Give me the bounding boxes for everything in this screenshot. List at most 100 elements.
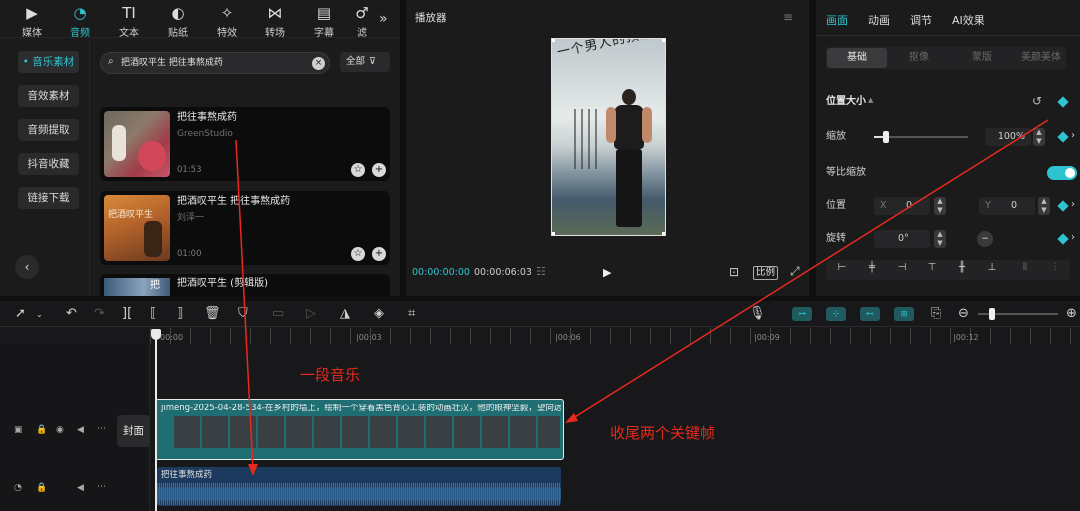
chevron-down-icon[interactable]: ⌄ bbox=[36, 310, 43, 319]
mirror-icon[interactable]: ◮ bbox=[340, 306, 350, 321]
timeline-grid-icon[interactable]: ☷ bbox=[536, 266, 546, 277]
more-tabs-icon[interactable]: » bbox=[379, 12, 388, 26]
linkage-icon[interactable]: ⊷ bbox=[860, 307, 880, 321]
chevron-right-icon[interactable]: › bbox=[1071, 199, 1075, 210]
ratio-button[interactable]: 比例 bbox=[753, 266, 779, 280]
position-y-field[interactable]: Y 0 bbox=[979, 197, 1035, 215]
rotate-field[interactable]: 0° bbox=[874, 230, 930, 248]
position-x-field[interactable]: X 0 bbox=[874, 197, 930, 215]
freeze-icon[interactable]: ▭ bbox=[272, 306, 284, 321]
scale-value-field[interactable]: 100% bbox=[985, 128, 1031, 146]
align-top-icon[interactable]: ⊤ bbox=[922, 262, 942, 278]
preview-axis-icon[interactable]: ⊞ bbox=[894, 307, 914, 321]
fullscreen-icon[interactable]: ⤢ bbox=[790, 265, 800, 277]
tab-media[interactable]: ▶ 媒体 bbox=[10, 4, 54, 39]
tab-adjust[interactable]: 调节 bbox=[910, 12, 932, 28]
marker-icon[interactable]: ⛉ bbox=[238, 306, 248, 321]
add-music-button[interactable]: + bbox=[372, 247, 386, 261]
distribute-h-icon[interactable]: ⫴ bbox=[1015, 262, 1035, 278]
side-item-music[interactable]: • 音乐素材 bbox=[18, 51, 79, 73]
filter-button[interactable]: 全部 ⊽ bbox=[340, 52, 390, 72]
redo-icon[interactable]: ↷ bbox=[94, 306, 105, 321]
side-item-sfx[interactable]: 音效素材 bbox=[18, 85, 79, 107]
zoom-in-icon[interactable]: ⊕ bbox=[1066, 306, 1077, 321]
corner-handle[interactable] bbox=[662, 232, 665, 235]
tab-filter[interactable]: ♂ 滤 bbox=[350, 4, 374, 39]
clear-search-icon[interactable]: × bbox=[312, 57, 325, 70]
align-hcenter-icon[interactable]: ╪ bbox=[862, 262, 882, 278]
favorite-star-icon[interactable]: ☆ bbox=[351, 163, 365, 177]
scale-slider-thumb[interactable] bbox=[883, 131, 890, 143]
snap-icon[interactable]: ⊹ bbox=[826, 307, 846, 321]
corner-handle[interactable] bbox=[662, 39, 665, 42]
section-expand-icon[interactable]: ▲ bbox=[868, 97, 873, 104]
collapse-panel-button[interactable]: ‹ bbox=[15, 255, 39, 279]
reverse-icon[interactable]: ▷ bbox=[306, 306, 316, 321]
fit-timeline-icon[interactable]: ⎘ bbox=[931, 306, 941, 321]
tab-transition[interactable]: ⋈ 转场 bbox=[253, 4, 297, 39]
tab-ai-effects[interactable]: AI效果 bbox=[952, 12, 985, 28]
position-x-stepper[interactable]: ▲ ▼ bbox=[934, 197, 946, 215]
split-icon[interactable]: ][ bbox=[122, 306, 132, 321]
more-icon[interactable]: ⋯ bbox=[97, 424, 106, 434]
zoom-slider-thumb[interactable] bbox=[989, 308, 995, 320]
zoom-out-icon[interactable]: ⊖ bbox=[958, 306, 969, 321]
volume-icon[interactable]: ◀ bbox=[77, 425, 84, 435]
music-card[interactable]: 把 把酒叹平生 (剪辑版) bbox=[100, 274, 390, 296]
align-left-icon[interactable]: ⊢ bbox=[832, 262, 852, 278]
tab-text[interactable]: TI 文本 bbox=[107, 4, 151, 39]
align-right-icon[interactable]: ⊣ bbox=[892, 262, 912, 278]
audio-clip[interactable]: 把往事熬成药 bbox=[157, 467, 561, 506]
uniform-scale-toggle[interactable] bbox=[1047, 166, 1077, 180]
volume-icon[interactable]: ◀ bbox=[77, 483, 84, 493]
eye-icon[interactable]: ◉ bbox=[56, 425, 64, 435]
lock-icon[interactable]: 🔒 bbox=[36, 483, 47, 493]
align-bottom-icon[interactable]: ⊥ bbox=[982, 262, 1002, 278]
side-item-douyin-favorites[interactable]: 抖音收藏 bbox=[18, 153, 79, 175]
scale-stepper[interactable]: ▲ ▼ bbox=[1033, 128, 1045, 146]
side-item-link-download[interactable]: 链接下载 bbox=[18, 187, 79, 209]
align-vcenter-icon[interactable]: ╫ bbox=[952, 262, 972, 278]
chevron-right-icon[interactable]: › bbox=[1071, 130, 1075, 141]
screenshot-icon[interactable]: ⊡ bbox=[729, 266, 739, 278]
subtab-mask[interactable]: 蒙版 bbox=[952, 48, 1012, 68]
subtab-basic[interactable]: 基础 bbox=[827, 48, 887, 68]
link-clips-icon[interactable]: ⊶ bbox=[792, 307, 812, 321]
cover-button[interactable]: 封面 bbox=[117, 415, 150, 447]
subtab-beauty[interactable]: 美颜美体 bbox=[1014, 48, 1068, 68]
play-icon[interactable]: ▶ bbox=[603, 267, 611, 278]
music-card[interactable]: 把酒叹平生 把酒叹平生 把往事熬成药 刘泽一 01:00 ☆ + bbox=[100, 191, 390, 265]
side-item-extract[interactable]: 音频提取 bbox=[18, 119, 79, 141]
chevron-right-icon[interactable]: › bbox=[1071, 232, 1075, 243]
tab-audio[interactable]: ◔ 音频 bbox=[58, 4, 102, 39]
corner-handle[interactable] bbox=[552, 39, 555, 42]
reset-icon[interactable]: ↺ bbox=[1032, 95, 1042, 107]
more-icon[interactable]: ⋯ bbox=[97, 482, 106, 492]
crop-icon[interactable]: ⌗ bbox=[408, 306, 415, 321]
playhead[interactable] bbox=[155, 330, 157, 511]
undo-icon[interactable]: ↶ bbox=[66, 306, 77, 321]
player-menu-icon[interactable]: ≡ bbox=[783, 11, 793, 23]
subtab-keying[interactable]: 抠像 bbox=[889, 48, 949, 68]
search-input[interactable]: ⌕ 把酒叹平生 把往事熬成药 × bbox=[100, 52, 330, 74]
tab-subtitle[interactable]: ▤ 字幕 bbox=[302, 4, 346, 39]
favorite-star-icon[interactable]: ☆ bbox=[351, 247, 365, 261]
tab-effects[interactable]: ✧ 特效 bbox=[205, 4, 249, 39]
music-card[interactable]: 把往事熬成药 GreenStudio 01:53 ☆ + bbox=[100, 107, 390, 181]
rotate-icon[interactable]: ◈ bbox=[374, 306, 384, 321]
tab-animation[interactable]: 动画 bbox=[868, 12, 890, 28]
tab-picture[interactable]: 画面 bbox=[826, 12, 848, 28]
tab-sticker[interactable]: ◐ 贴纸 bbox=[156, 4, 200, 39]
delete-icon[interactable]: 🗑 bbox=[204, 306, 221, 321]
corner-handle[interactable] bbox=[552, 232, 555, 235]
rotate-dial[interactable]: − bbox=[977, 231, 993, 247]
rotate-stepper[interactable]: ▲ ▼ bbox=[934, 230, 946, 248]
split-left-icon[interactable]: ⟦ bbox=[150, 306, 156, 321]
distribute-v-icon[interactable]: ⫶ bbox=[1045, 262, 1065, 278]
split-right-icon[interactable]: ⟧ bbox=[177, 306, 183, 321]
lock-icon[interactable]: 🔒 bbox=[36, 425, 47, 435]
select-cursor-icon[interactable]: ➚ bbox=[15, 306, 26, 321]
add-music-button[interactable]: + bbox=[372, 163, 386, 177]
microphone-icon[interactable]: 🎙 bbox=[749, 306, 766, 321]
playhead-handle[interactable] bbox=[151, 329, 161, 340]
